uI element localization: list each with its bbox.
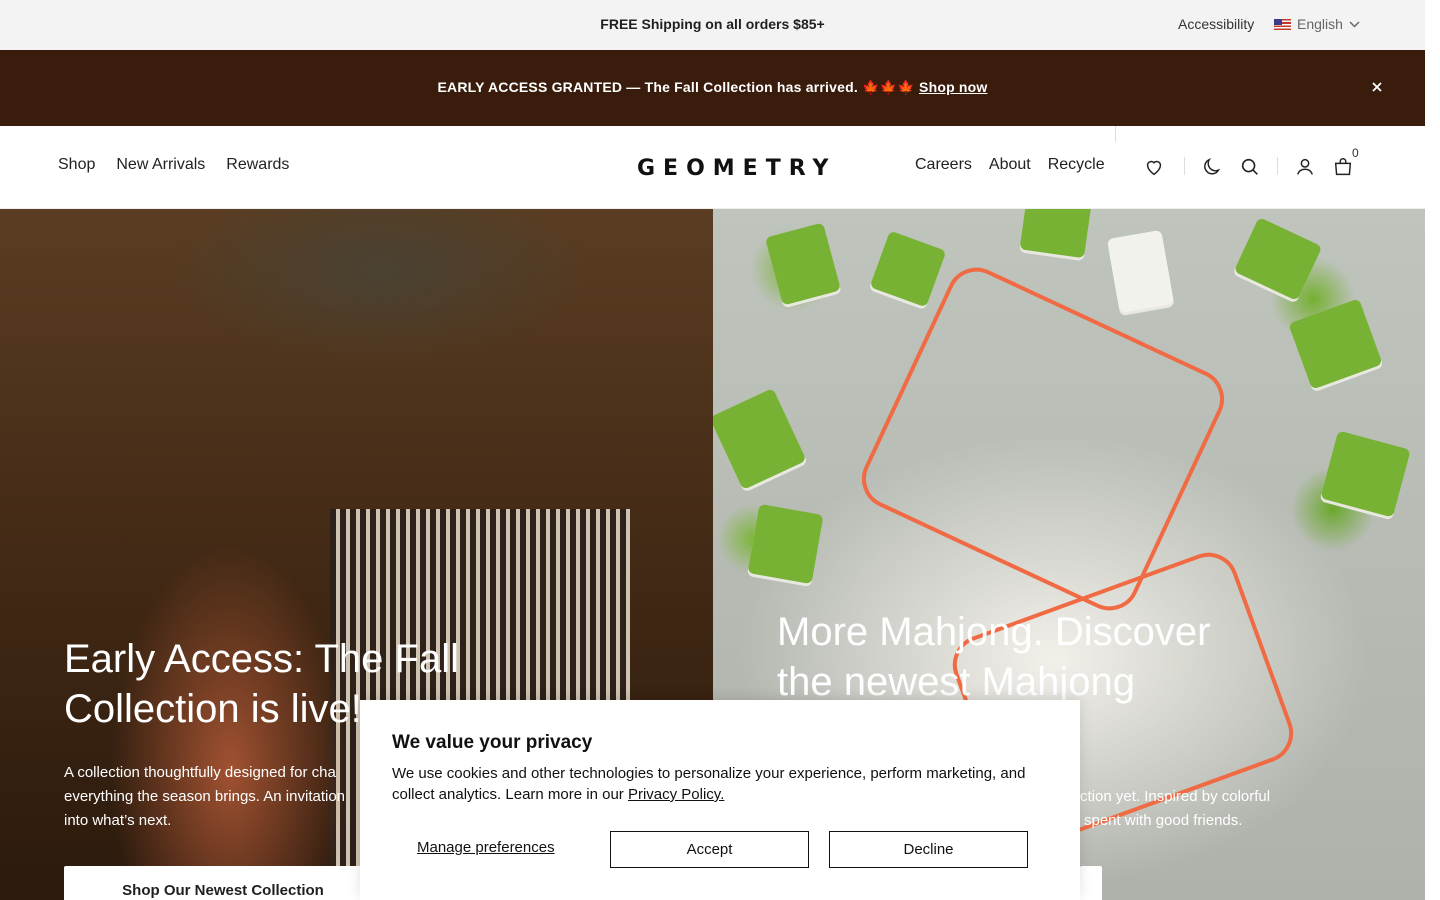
us-flag-icon [1274, 18, 1291, 30]
cookie-body: We use cookies and other technologies to… [392, 763, 1052, 805]
nav-new-arrivals[interactable]: New Arrivals [116, 156, 205, 174]
hero-right-desc-line: ction yet. Inspired by colorful [1080, 788, 1271, 805]
announcement-message: EARLY ACCESS GRANTED — The Fall Collecti… [0, 79, 1425, 96]
heart-icon[interactable] [1143, 156, 1165, 178]
mahjong-tile-image [1106, 229, 1175, 314]
decline-button[interactable]: Decline [829, 831, 1028, 868]
mahjong-tile-image [764, 222, 842, 306]
mahjong-tile-image [1233, 217, 1323, 301]
hero-right-button[interactable] [1080, 866, 1102, 900]
announcement-text: EARLY ACCESS GRANTED — The Fall Collecti… [437, 79, 858, 95]
nav-shop[interactable]: Shop [58, 156, 95, 174]
nav-careers[interactable]: Careers [915, 156, 972, 174]
shop-now-link[interactable]: Shop now [919, 79, 987, 95]
maple-leaf-icon: 🍁🍁🍁 [862, 79, 915, 95]
shop-newest-collection-button[interactable]: Shop Our Newest Collection [64, 866, 382, 900]
chevron-down-icon [1349, 20, 1360, 28]
nav-about[interactable]: About [989, 156, 1031, 174]
mahjong-tile-image [747, 503, 824, 585]
icon-separator [1277, 157, 1278, 175]
hero-right-title: More Mahjong. Discover the newest Mahjon… [777, 607, 1377, 707]
primary-nav: Shop New Arrivals Rewards [58, 156, 289, 174]
announcement-bar: EARLY ACCESS GRANTED — The Fall Collecti… [0, 50, 1425, 126]
language-selector[interactable]: English [1274, 16, 1360, 32]
search-icon[interactable] [1239, 156, 1261, 178]
utility-bar: FREE Shipping on all orders $85+ Accessi… [0, 0, 1425, 50]
mahjong-tile-image [1019, 209, 1092, 259]
cookie-consent-banner: We value your privacy We use cookies and… [360, 700, 1080, 900]
header-divider [1115, 126, 1116, 142]
hero-left-desc-line: A collection thoughtfully designed for c… [64, 764, 336, 781]
hero-left-desc-line: everything the season brings. An invitat… [64, 788, 346, 805]
hero-right-description: ction yet. Inspired by colorful spent wi… [1080, 785, 1380, 833]
mahjong-tile-image [1320, 430, 1411, 518]
mahjong-tile-image [869, 230, 947, 308]
cookie-title: We value your privacy [392, 732, 593, 753]
privacy-policy-link[interactable]: Privacy Policy. [628, 786, 724, 803]
hero-right-desc-line: spent with good friends. [1084, 812, 1243, 829]
hero-right-title-line: More Mahjong. Discover [777, 610, 1211, 654]
nav-rewards[interactable]: Rewards [226, 156, 289, 174]
bag-icon[interactable] [1332, 156, 1354, 178]
nav-recycle[interactable]: Recycle [1048, 156, 1105, 174]
mahjong-tile-image [1288, 298, 1383, 390]
user-icon[interactable] [1294, 156, 1316, 178]
hero-left-description: A collection thoughtfully designed for c… [64, 761, 404, 833]
site-header: Shop New Arrivals Rewards GEOMETRY Caree… [0, 126, 1425, 209]
mahjong-tile-image [713, 387, 807, 491]
accessibility-link[interactable]: Accessibility [1178, 16, 1254, 32]
icon-separator [1184, 157, 1185, 175]
accept-button[interactable]: Accept [610, 831, 809, 868]
secondary-nav: Careers About Recycle [915, 156, 1105, 174]
manage-preferences-link[interactable]: Manage preferences [417, 839, 555, 856]
moon-icon[interactable] [1201, 156, 1223, 178]
hero-left-desc-line: into what’s next. [64, 812, 172, 829]
close-icon[interactable] [1369, 79, 1385, 95]
language-label: English [1297, 16, 1343, 32]
cart-count-badge: 0 [1352, 146, 1359, 160]
site-logo[interactable]: GEOMETRY [637, 156, 836, 181]
